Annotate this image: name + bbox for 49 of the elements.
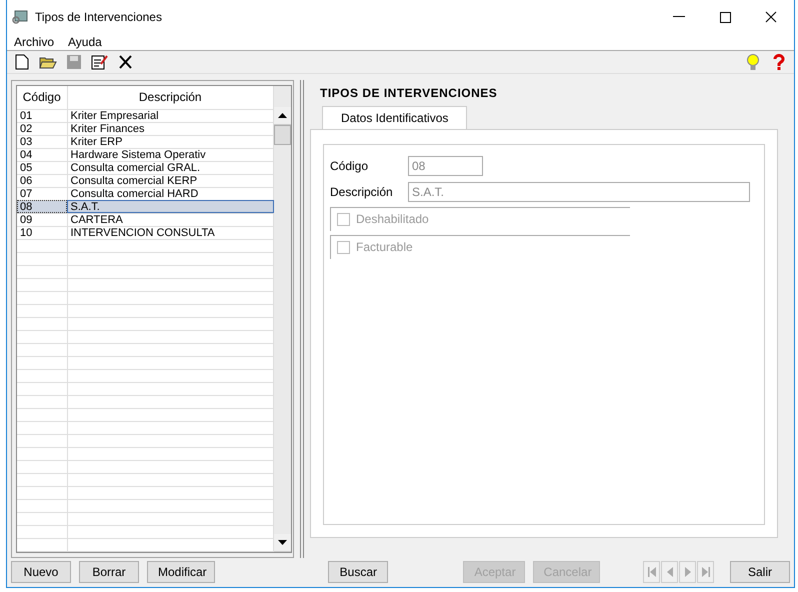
text-field[interactable]: 08	[408, 156, 483, 176]
buttons-left-button[interactable]: Modificar	[147, 561, 216, 584]
table-cell[interactable]: Kriter Empresarial	[67, 109, 274, 122]
buttons-left-button[interactable]: Borrar	[79, 561, 139, 584]
table-cell[interactable]: 04	[17, 148, 67, 162]
table-cell[interactable]: 05	[17, 161, 67, 174]
table-cell[interactable]: Kriter ERP	[67, 135, 274, 148]
table-cell[interactable]: 03	[17, 135, 67, 148]
table-cell[interactable]: 02	[17, 122, 67, 136]
new-file-icon[interactable]	[15, 54, 29, 70]
column-header[interactable]: Código	[17, 86, 67, 110]
exit-button-button[interactable]: Salir	[730, 561, 790, 584]
delete-icon[interactable]	[118, 54, 134, 70]
scroll-up-icon[interactable]	[278, 112, 287, 118]
column-header[interactable]: Descripción	[67, 86, 274, 110]
edit-document-icon[interactable]	[91, 54, 109, 70]
text-field[interactable]: S.A.T.	[408, 182, 750, 202]
scrollbar-thumb[interactable]	[274, 124, 291, 145]
table-cell[interactable]: S.A.T.	[67, 200, 274, 214]
table-cell[interactable]: Hardware Sistema Operativ	[67, 148, 274, 162]
close-icon	[765, 11, 777, 23]
table-cell[interactable]: Kriter Finances	[67, 122, 274, 136]
checkbox-label: Facturable	[356, 240, 413, 254]
field-label: Descripción	[330, 184, 394, 199]
table-cell[interactable]: CARTERA	[67, 213, 274, 226]
help-icon[interactable]	[771, 54, 787, 70]
checkbox-label: Deshabilitado	[356, 212, 429, 226]
table-cell[interactable]: 06	[17, 174, 67, 188]
maximize-icon	[720, 12, 730, 22]
menu-item[interactable]: Ayuda	[61, 34, 109, 49]
table-cell[interactable]: Consulta comercial GRAL.	[67, 161, 274, 174]
lightbulb-icon[interactable]	[745, 52, 761, 71]
table-cell[interactable]: 08	[17, 200, 67, 214]
table-cell[interactable]: Consulta comercial KERP	[67, 174, 274, 188]
scroll-down-icon[interactable]	[278, 540, 287, 545]
scrollbar[interactable]	[274, 86, 291, 552]
table-cell[interactable]: 09	[17, 213, 67, 226]
search-button-button[interactable]: Buscar	[328, 561, 388, 584]
menu-item[interactable]: Archivo	[7, 34, 62, 49]
buttons-left-button[interactable]: Nuevo	[11, 561, 71, 584]
table-cell[interactable]: INTERVENCION CONSULTA	[67, 226, 274, 240]
field-label: Código	[330, 158, 370, 173]
tab[interactable]: Datos Identificativos	[322, 106, 468, 129]
table-cell[interactable]: 01	[17, 109, 67, 122]
minimize-icon	[673, 16, 685, 18]
window-title: Tipos de Intervenciones	[35, 10, 163, 24]
app-icon	[11, 9, 29, 25]
table-cell[interactable]: 10	[17, 226, 67, 240]
section-heading: TIPOS DE INTERVENCIONES	[319, 84, 498, 102]
